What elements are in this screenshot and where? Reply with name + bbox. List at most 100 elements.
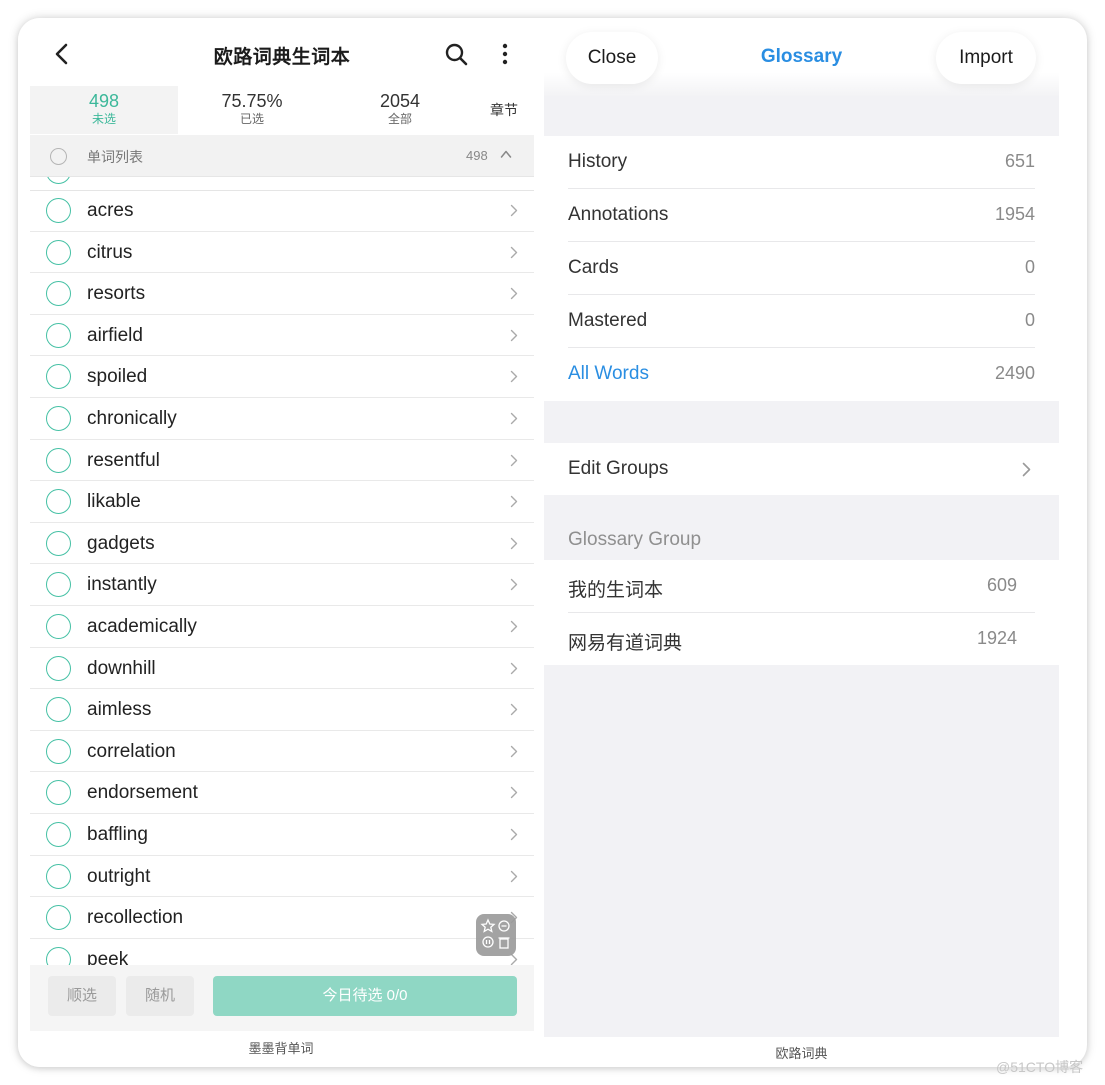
list-item[interactable]: baffling xyxy=(30,814,534,856)
chevron-up-icon[interactable] xyxy=(500,149,512,159)
word-radio[interactable] xyxy=(46,198,71,223)
random-select-button[interactable]: 随机 xyxy=(126,976,194,1016)
glossary-row-cards[interactable]: Cards 0 xyxy=(544,242,1059,295)
word-radio[interactable] xyxy=(46,738,71,764)
list-item[interactable]: peek xyxy=(30,939,534,965)
word-radio[interactable] xyxy=(46,780,71,806)
list-item[interactable]: downhill xyxy=(30,648,534,690)
chevron-right-icon xyxy=(510,828,518,841)
word-radio[interactable] xyxy=(46,572,71,598)
word-text: airfield xyxy=(87,324,143,346)
section-gap xyxy=(544,401,1059,443)
list-item[interactable]: endorsement xyxy=(30,772,534,814)
tab-chapter[interactable]: 章节 xyxy=(474,86,534,134)
word-text: gadgets xyxy=(87,532,155,554)
word-radio[interactable] xyxy=(46,177,71,184)
bottom-action-bar: 顺选 随机 今日待选 0/0 xyxy=(30,965,534,1031)
word-radio[interactable] xyxy=(46,281,71,307)
edit-groups-label: Edit Groups xyxy=(568,458,669,479)
word-text: aimless xyxy=(87,699,152,721)
list-item[interactable]: academically xyxy=(30,606,534,648)
chevron-right-icon xyxy=(510,745,518,757)
list-item[interactable]: spoiled xyxy=(30,356,534,398)
glossary-row-annotations[interactable]: Annotations 1954 xyxy=(544,189,1059,242)
word-text: academically xyxy=(87,615,197,637)
list-item[interactable]: aimless xyxy=(30,689,534,731)
word-radio[interactable] xyxy=(46,905,71,931)
unselected-count: 498 xyxy=(88,91,120,111)
glossary-row-mastered[interactable]: Mastered 0 xyxy=(544,295,1059,348)
edit-groups-row[interactable]: Edit Groups xyxy=(544,443,1059,496)
chevron-right-icon xyxy=(510,287,518,300)
chevron-right-icon xyxy=(510,620,518,633)
word-radio[interactable] xyxy=(46,364,71,390)
list-item[interactable]: likable xyxy=(30,481,534,523)
group-name: 我的生词本 xyxy=(568,580,664,601)
word-radio[interactable] xyxy=(46,697,71,723)
glossary-header: Close Glossary Import xyxy=(544,18,1059,96)
chevron-right-icon xyxy=(510,579,518,591)
unselected-label: 未选 xyxy=(91,112,116,126)
list-item[interactable]: airfield xyxy=(30,315,534,357)
tab-unselected[interactable]: 498 未选 xyxy=(30,86,178,134)
word-radio[interactable] xyxy=(46,405,71,431)
word-text: baffling xyxy=(87,823,148,845)
tab-selected[interactable]: 75.75% 已选 xyxy=(178,86,326,134)
list-item[interactable]: chronically xyxy=(30,398,534,440)
word-list[interactable]: acres citrus resorts airfield spoiled chronic… xyxy=(30,177,534,965)
section-gap xyxy=(544,96,1059,136)
chevron-right-icon xyxy=(510,204,518,217)
row-label: Annotations xyxy=(568,204,669,225)
select-all-radio[interactable] xyxy=(50,148,67,165)
chevron-right-icon xyxy=(510,870,518,882)
selected-label: 已选 xyxy=(239,112,264,126)
word-text: peek xyxy=(87,948,129,965)
word-rows: acres citrus resorts airfield spoiled chronic… xyxy=(30,190,534,965)
watermark: @51CTO博客 xyxy=(996,1059,1084,1075)
word-radio[interactable] xyxy=(46,613,71,639)
floating-tool-widget[interactable] xyxy=(476,914,516,956)
left-caption: 墨墨背单词 xyxy=(248,1041,314,1056)
glossary-group-row[interactable]: 我的生词本 609 xyxy=(544,560,1059,613)
row-label: Mastered xyxy=(568,310,648,331)
list-item[interactable]: resorts xyxy=(30,273,534,315)
glossary-row-history[interactable]: History 651 xyxy=(544,136,1059,189)
word-list-count: 498 xyxy=(466,148,488,163)
list-item[interactable]: resentful xyxy=(30,440,534,482)
word-text: chronically xyxy=(87,407,177,429)
tab-all[interactable]: 2054 全部 xyxy=(326,86,474,134)
chevron-right-icon xyxy=(510,246,518,258)
word-text: citrus xyxy=(87,241,133,263)
word-radio[interactable] xyxy=(46,863,71,889)
glossary-stats-section: History 651 Annotations 1954 Cards 0 Mastered 0… xyxy=(544,136,1059,401)
word-radio[interactable] xyxy=(46,447,71,473)
word-radio[interactable] xyxy=(46,322,71,348)
glossary-row-all-words[interactable]: All Words 2490 xyxy=(544,348,1059,401)
list-item[interactable]: correlation xyxy=(30,731,534,773)
word-radio[interactable] xyxy=(46,946,71,965)
glossary-group-row[interactable]: 网易有道词典 1924 xyxy=(544,613,1059,666)
group-count: 609 xyxy=(986,575,1017,595)
list-item[interactable]: outright xyxy=(30,856,534,898)
today-pending-button[interactable]: 今日待选 0/0 xyxy=(213,976,517,1016)
stats-tabs: 498 未选 75.75% 已选 2054 全部 章节 xyxy=(30,86,534,134)
list-item[interactable]: citrus xyxy=(30,232,534,274)
search-icon[interactable] xyxy=(444,42,468,66)
all-count: 2054 xyxy=(379,91,421,111)
word-radio[interactable] xyxy=(46,821,71,847)
row-label: All Words xyxy=(568,363,649,384)
word-radio[interactable] xyxy=(46,655,71,681)
more-vertical-icon[interactable] xyxy=(500,42,510,66)
import-button[interactable]: Import xyxy=(936,32,1036,84)
sequential-select-button[interactable]: 顺选 xyxy=(48,976,116,1016)
edit-groups-section: Edit Groups xyxy=(544,443,1059,495)
word-radio[interactable] xyxy=(46,239,71,265)
word-radio[interactable] xyxy=(46,530,71,556)
list-item[interactable]: acres xyxy=(30,190,534,232)
word-radio[interactable] xyxy=(46,489,71,515)
list-item[interactable]: gadgets xyxy=(30,523,534,565)
app-header: 欧路词典生词本 xyxy=(30,18,534,90)
word-list-header: 单词列表 498 xyxy=(30,135,534,177)
list-item[interactable]: instantly xyxy=(30,564,534,606)
list-item[interactable]: recollection xyxy=(30,897,534,939)
